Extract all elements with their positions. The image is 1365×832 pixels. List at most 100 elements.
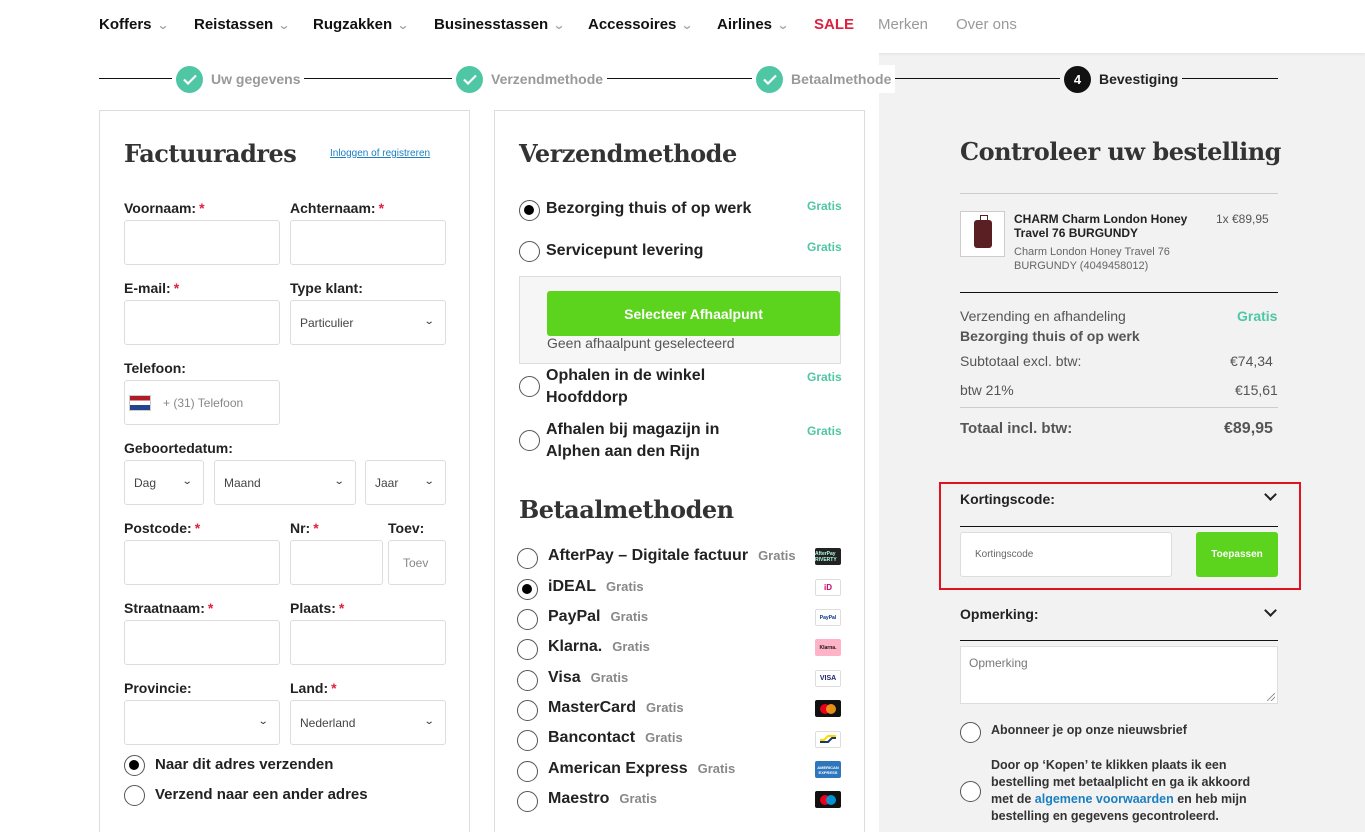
chevron-down-icon[interactable] [1264, 604, 1277, 617]
remark-label: Opmerking: [960, 606, 1039, 622]
shipping-option-radio[interactable] [519, 200, 540, 221]
payment-radio-maestro[interactable] [517, 791, 538, 812]
step-betaalmethode[interactable]: Betaalmethode [752, 65, 896, 93]
summary-title: Controleer uw bestelling [960, 137, 1281, 166]
resize-grip-icon[interactable] [1267, 693, 1275, 701]
payment-radio-visa[interactable] [517, 670, 538, 691]
ship-same-address-radio[interactable] [124, 755, 145, 776]
total-label: Totaal incl. btw: [960, 420, 1073, 437]
remark-textarea[interactable]: Opmerking [960, 646, 1278, 704]
shipping-title: Verzendmethode [519, 139, 737, 168]
coupon-input[interactable]: Kortingscode [960, 532, 1172, 577]
check-icon [756, 65, 783, 93]
payment-option-visa: Visa Gratis [548, 667, 628, 689]
nav-label: Koffers [99, 16, 152, 33]
achternaam-label: Achternaam: * [290, 200, 384, 216]
required-marker: * [338, 600, 345, 616]
jaar-select[interactable]: Jaar ⌄ [365, 460, 446, 505]
nav-reistassen[interactable]: Reistassen ⌄ [194, 16, 291, 33]
shipping-option-label: Afhalen bij magazijn in Alphen aan den R… [546, 421, 720, 460]
payment-price: Gratis [590, 670, 629, 685]
terms-link[interactable]: algemene voorwaarden [1035, 792, 1174, 806]
provincie-label: Provincie: [124, 680, 192, 696]
voornaam-input[interactable] [124, 220, 280, 265]
nav-label: Reistassen [194, 16, 274, 33]
divider [960, 292, 1278, 293]
email-label: E-mail: * [124, 280, 179, 296]
required-marker: * [313, 520, 319, 536]
payment-label: American Express [548, 760, 688, 777]
payment-radio-ideal[interactable] [517, 579, 538, 600]
postcode-input[interactable] [124, 540, 280, 585]
label-text: Land: [290, 680, 329, 696]
telefoon-input[interactable]: + (31) Telefoon [124, 380, 280, 425]
step-number: 4 [1064, 65, 1091, 93]
step-verzendmethode[interactable]: Verzendmethode [452, 65, 608, 93]
toev-placeholder: Toev [403, 555, 429, 570]
bancontact-icon [815, 731, 841, 748]
nr-input[interactable] [290, 540, 383, 585]
shipping-option-label: Servicepunt levering [546, 242, 704, 259]
type-klant-select[interactable]: Particulier ⌄ [290, 300, 446, 345]
btw-value: €15,61 [1235, 382, 1278, 398]
step-uw-gegevens[interactable]: Uw gegevens [172, 65, 305, 93]
shipping-option-radio[interactable] [519, 430, 540, 451]
subtotal-value: €74,34 [1230, 353, 1273, 369]
payment-label: Maestro [548, 790, 610, 807]
payment-option-afterpay: AfterPay – Digitale factuur Gratis [548, 545, 796, 567]
ship-same-address-label: Naar dit adres verzenden [155, 756, 334, 773]
nav-koffers[interactable]: Koffers ⌄ [99, 16, 170, 33]
required-marker: * [173, 280, 180, 296]
payment-label: MasterCard [548, 699, 637, 716]
toev-input[interactable]: Toev [388, 540, 446, 585]
dag-select[interactable]: Dag ⌄ [124, 460, 204, 505]
chevron-down-icon: ⌄ [156, 18, 170, 32]
select-pickup-point-button[interactable]: Selecteer Afhaalpunt [547, 291, 840, 336]
label-text: Nr: [290, 520, 311, 536]
divider [960, 640, 1278, 641]
nav-airlines[interactable]: Airlines ⌄ [717, 16, 790, 33]
nav-over-ons[interactable]: Over ons [956, 16, 1017, 33]
payment-radio-paypal[interactable] [517, 609, 538, 630]
ship-other-address-radio[interactable] [124, 785, 145, 806]
provincie-select[interactable]: ⌄ [124, 700, 280, 745]
postcode-label: Postcode: * [124, 520, 200, 536]
newsletter-checkbox[interactable] [960, 722, 981, 743]
payment-radio-amex[interactable] [517, 761, 538, 782]
required-marker: * [378, 200, 385, 216]
label-text: Straatnaam: [124, 600, 205, 616]
maand-select[interactable]: Maand ⌄ [214, 460, 356, 505]
btw-label: btw 21% [960, 382, 1014, 398]
payment-price: Gratis [645, 730, 683, 745]
land-select[interactable]: Nederland ⌄ [290, 700, 446, 745]
chevron-down-icon: ⌄ [257, 716, 269, 727]
straatnaam-input[interactable] [124, 620, 280, 665]
nav-merken[interactable]: Merken [878, 16, 928, 33]
product-qty-price: 1x €89,95 [1216, 212, 1269, 226]
ideal-icon: iD [815, 579, 841, 596]
nav-rugzakken[interactable]: Rugzakken ⌄ [313, 16, 410, 33]
chevron-down-icon: ⌄ [277, 18, 291, 32]
plaats-input[interactable] [290, 620, 446, 665]
shipping-option-radio[interactable] [519, 376, 540, 397]
afterpay-icon: AfterPay RIVERTY [815, 548, 841, 565]
email-input[interactable] [124, 300, 280, 345]
apply-coupon-button[interactable]: Toepassen [1196, 532, 1278, 577]
nav-businesstassen[interactable]: Businesstassen ⌄ [434, 16, 566, 33]
step-label: Betaalmethode [791, 71, 892, 87]
amex-icon: AMERICAN EXPRESS [815, 761, 841, 778]
nav-sale[interactable]: SALE [814, 16, 854, 33]
payment-radio-afterpay[interactable] [517, 548, 538, 569]
nav-accessoires[interactable]: Accessoires ⌄ [588, 16, 694, 33]
coupon-placeholder: Kortingscode [975, 549, 1034, 560]
achternaam-input[interactable] [290, 220, 446, 265]
payment-radio-bancontact[interactable] [517, 730, 538, 751]
top-navigation: Koffers ⌄ Reistassen ⌄ Rugzakken ⌄ Business… [0, 0, 1365, 53]
login-register-link[interactable]: Inloggen of registreren [330, 148, 430, 159]
payment-radio-klarna[interactable] [517, 639, 538, 660]
payment-option-mastercard: MasterCard Gratis [548, 697, 684, 719]
shipping-option-radio[interactable] [519, 241, 540, 262]
newsletter-label: Abonneer je op onze nieuwsbrief [991, 723, 1187, 737]
terms-checkbox[interactable] [960, 781, 981, 802]
payment-radio-mastercard[interactable] [517, 700, 538, 721]
